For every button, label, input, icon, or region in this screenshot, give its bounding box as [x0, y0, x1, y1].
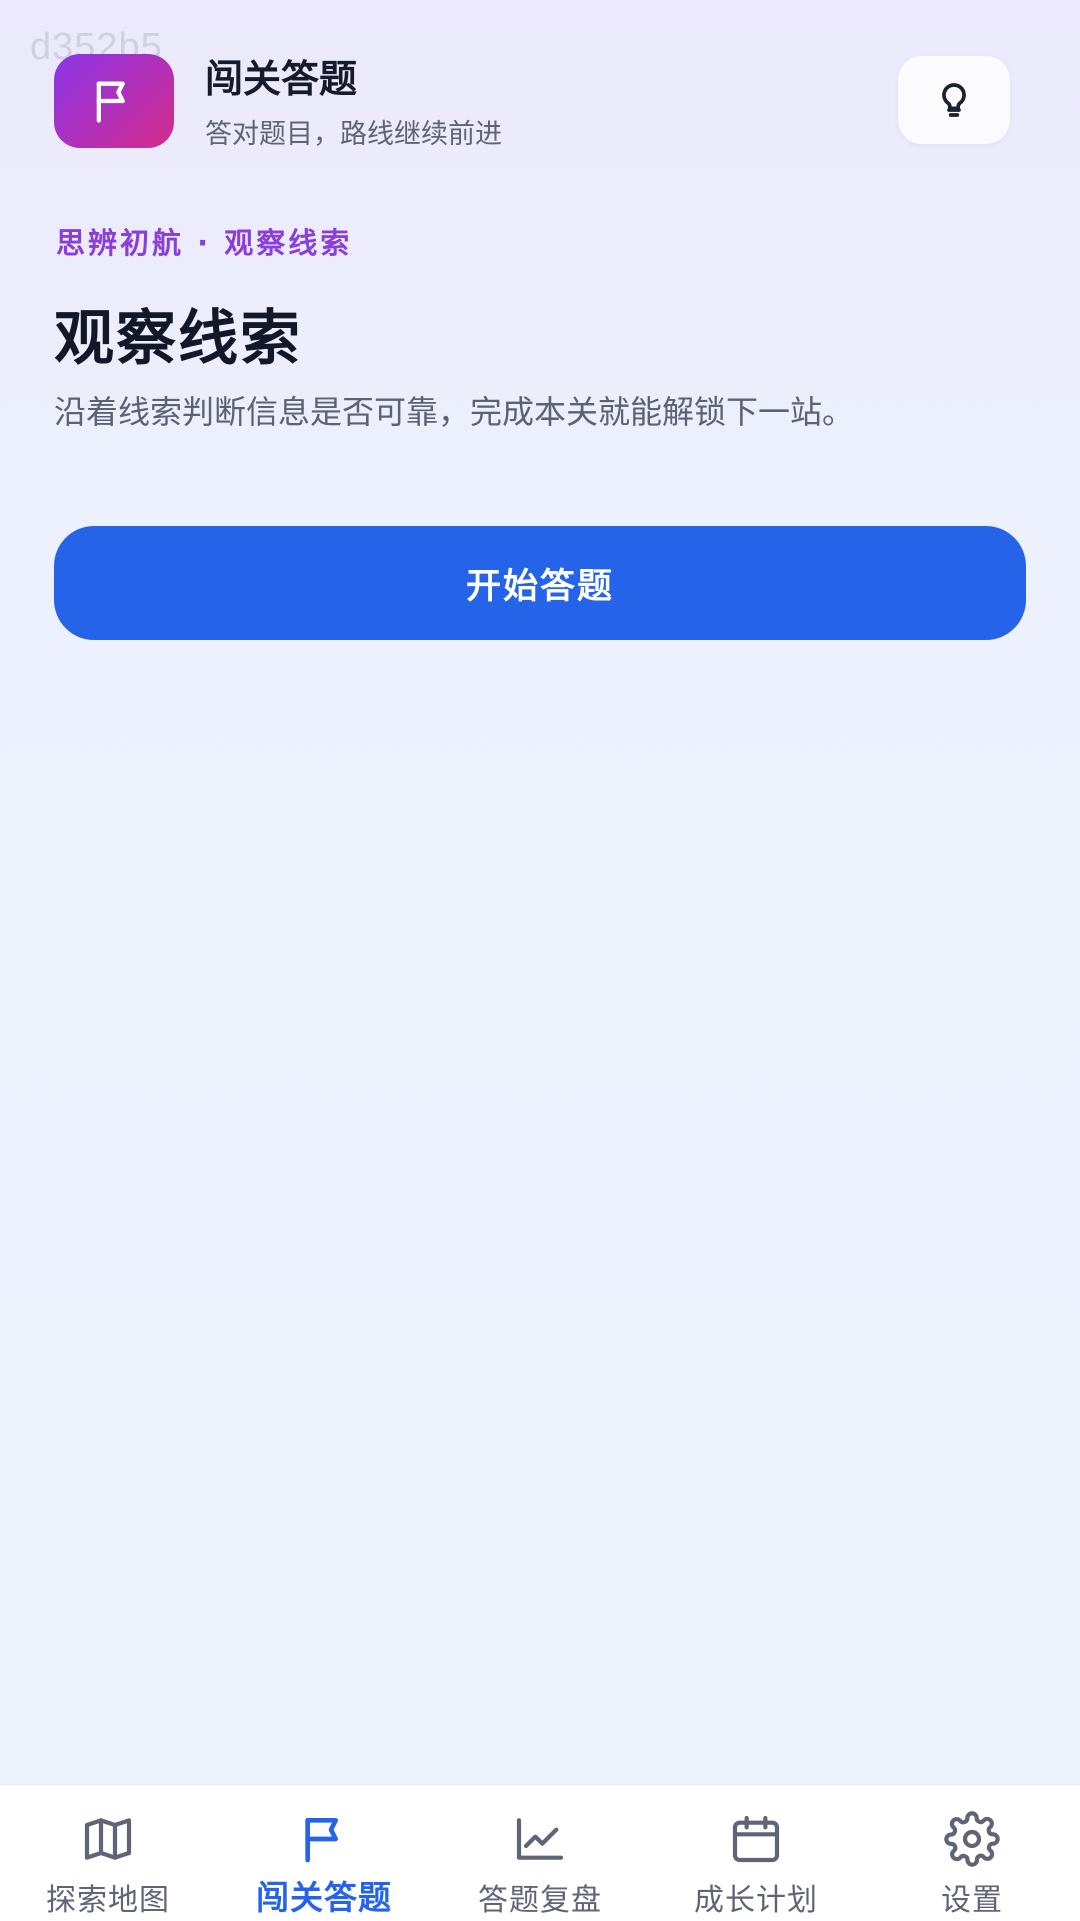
nav-label: 探索地图 [46, 1883, 170, 1918]
nav-item-challenge[interactable]: 闯关答题 [216, 1785, 432, 1921]
nav-label: 成长计划 [694, 1883, 818, 1918]
breadcrumb: 思辨初航 · 观察线索 [56, 226, 353, 260]
lightbulb-icon [942, 83, 966, 117]
chart-line-icon [516, 1818, 564, 1860]
nav-label: 闯关答题 [256, 1878, 392, 1917]
calendar-icon [732, 1815, 780, 1863]
nav-item-growth-plan[interactable]: 成长计划 [648, 1785, 864, 1921]
app-header: 闯关答题 答对题目，路线继续前进 [0, 0, 1080, 160]
map-icon [84, 1818, 132, 1860]
tip-button[interactable] [898, 56, 1010, 144]
bottom-nav: 探索地图 闯关答题 答题复盘 成长计划 设置 [0, 1784, 1080, 1921]
start-quiz-button[interactable]: 开始答题 [54, 526, 1026, 640]
flag-icon [96, 81, 125, 123]
flag-icon [305, 1818, 338, 1863]
page-description: 沿着线索判断信息是否可靠，完成本关就能解锁下一站。 [54, 393, 855, 431]
app-subtitle: 答对题目，路线继续前进 [205, 119, 502, 150]
gear-icon [944, 1811, 1000, 1867]
nav-item-settings[interactable]: 设置 [864, 1785, 1080, 1921]
nav-label: 答题复盘 [478, 1883, 602, 1918]
nav-item-review[interactable]: 答题复盘 [432, 1785, 648, 1921]
nav-item-explore-map[interactable]: 探索地图 [0, 1785, 216, 1921]
nav-label: 设置 [941, 1883, 1003, 1918]
app-title: 闯关答题 [205, 57, 358, 101]
page-title: 观察线索 [54, 304, 302, 374]
app-logo [54, 54, 174, 148]
